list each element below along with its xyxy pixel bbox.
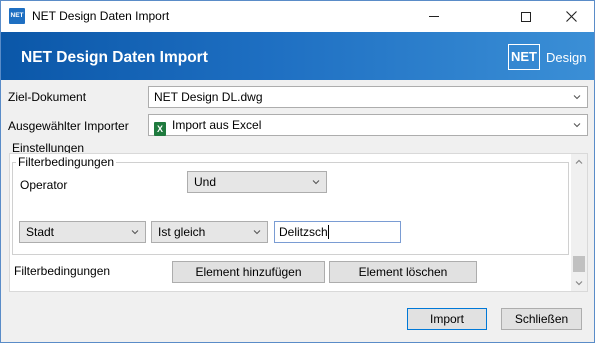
filter-actions-label: Filterbedingungen — [14, 264, 111, 278]
maximize-icon — [521, 11, 531, 22]
window-title: NET Design Daten Import — [32, 9, 170, 23]
logo-box: NET — [508, 44, 540, 70]
chevron-down-icon — [131, 230, 139, 235]
import-button[interactable]: Import — [407, 308, 487, 330]
title-bar[interactable]: NET NET Design Daten Import — [1, 1, 594, 32]
add-element-button[interactable]: Element hinzufügen — [172, 261, 325, 283]
scroll-down-icon[interactable] — [575, 279, 583, 287]
filter-value-input[interactable]: Delitzsch — [274, 221, 401, 243]
filter-condition-value: Ist gleich — [158, 225, 206, 239]
import-dialog: NET NET Design Daten Import NET Design D… — [0, 0, 595, 343]
excel-icon: X — [154, 122, 166, 136]
minimize-button[interactable] — [411, 1, 457, 32]
importer-label: Ausgewählter Importer — [8, 119, 129, 133]
delete-element-button[interactable]: Element löschen — [329, 261, 477, 283]
ziel-dokument-label: Ziel-Dokument — [8, 90, 87, 104]
ziel-dokument-select[interactable]: NET Design DL.dwg — [148, 86, 588, 108]
filter-condition-select[interactable]: Ist gleich — [151, 221, 268, 243]
filter-field-value: Stadt — [26, 225, 55, 239]
close-button[interactable]: Schließen — [501, 308, 582, 330]
minimize-icon — [429, 16, 439, 17]
net-design-app-icon: NET — [9, 8, 25, 24]
operator-value: Und — [194, 175, 217, 189]
scroll-up-icon[interactable] — [575, 158, 583, 166]
ziel-dokument-value: NET Design DL.dwg — [154, 90, 263, 104]
importer-value: Import aus Excel — [172, 118, 262, 132]
operator-label: Operator — [20, 178, 68, 192]
text-caret — [327, 225, 329, 239]
close-icon — [565, 11, 577, 22]
operator-select[interactable]: Und — [187, 171, 327, 193]
chevron-down-icon — [253, 230, 261, 235]
chevron-down-icon — [573, 123, 581, 128]
banner-title: NET Design Daten Import — [21, 49, 208, 66]
importer-select[interactable]: X Import aus Excel — [148, 114, 588, 136]
filter-field-select[interactable]: Stadt — [19, 221, 146, 243]
scrollbar-thumb[interactable] — [573, 256, 585, 272]
net-design-logo: NET Design — [508, 44, 586, 70]
maximize-button[interactable] — [503, 1, 549, 32]
header-banner: NET Design Daten Import NET Design — [1, 32, 594, 80]
filter-value-text: Delitzsch — [279, 225, 328, 239]
settings-scrollbar[interactable] — [571, 154, 587, 291]
filter-group-legend: Filterbedingungen — [16, 155, 117, 169]
chevron-down-icon — [312, 180, 320, 185]
chevron-down-icon — [573, 95, 581, 100]
logo-text: Design — [546, 49, 587, 65]
close-window-button[interactable] — [548, 1, 594, 32]
